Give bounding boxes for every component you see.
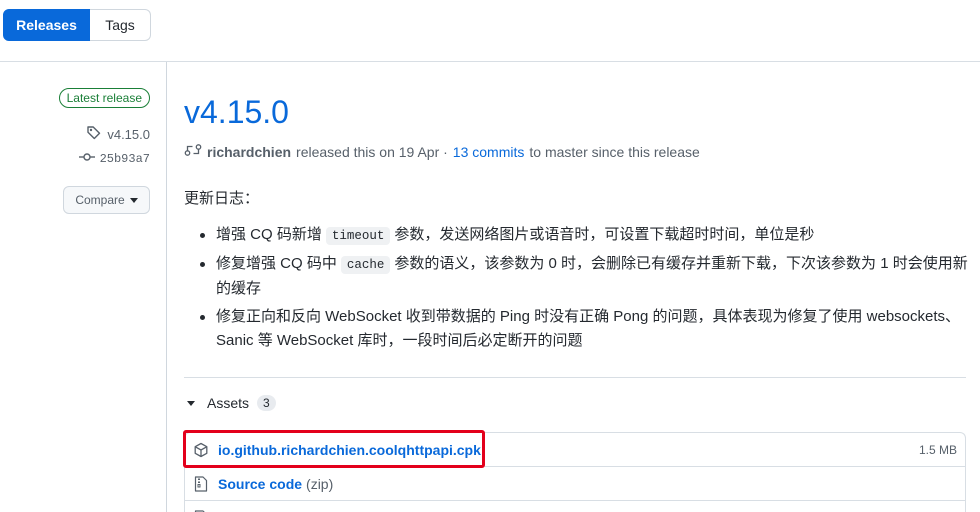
commit-sha: 25b93a7 (99, 152, 150, 166)
tag-icon (86, 125, 102, 144)
triangle-down-icon (187, 400, 195, 406)
assets-label: Assets (207, 395, 250, 411)
release-since-text: to master since this release (529, 143, 700, 160)
tag-label: v4.15.0 (107, 127, 150, 142)
commit-icon (78, 151, 95, 167)
note-text: 参数，发送网络图片或语音时，可设置下载超时时间，单位是秒 (394, 226, 815, 243)
assets-toggle[interactable]: Assets 3 (187, 395, 276, 411)
changelog-list: 增强 CQ 码新增 timeout 参数，发送网络图片或语音时，可设置下载超时时间，… (197, 223, 977, 357)
asset-size: 1.5 MB (918, 442, 957, 457)
release-tabs: Releases Tags (3, 9, 151, 41)
asset-list: io.github.richardchien.coolqhttpapi.cpk … (183, 430, 966, 512)
assets-count: 3 (257, 395, 276, 411)
note-text: 修复正向和反向 WebSocket 收到带数据的 Ping 时没有正确 Pong… (216, 308, 961, 349)
list-item: 增强 CQ 码新增 timeout 参数，发送网络图片或语音时，可设置下载超时时间，… (197, 223, 977, 248)
list-item: 修复正向和反向 WebSocket 收到带数据的 Ping 时没有正确 Pong… (197, 305, 977, 353)
list-item: 修复增强 CQ 码中 cache 参数的语义，该参数为 0 时，会删除已有缓存并重新… (197, 252, 977, 301)
compare-label: Compare (75, 193, 125, 207)
source-code-format: (zip) (306, 475, 334, 492)
git-compare-icon (184, 142, 202, 161)
changelog-heading: 更新日志： (184, 190, 260, 207)
inline-code: cache (340, 256, 391, 274)
latest-release-badge: Latest release (58, 88, 150, 108)
asset-row (185, 501, 965, 512)
tab-tags[interactable]: Tags (90, 9, 151, 41)
release-byline: richardchien released this on 19 Apr · 1… (184, 142, 700, 161)
file-zip-icon (193, 475, 209, 492)
chevron-down-icon (129, 197, 138, 203)
package-icon (193, 442, 209, 458)
release-date-text: released this on 19 Apr · (296, 143, 448, 160)
release-title[interactable]: v4.15.0 (184, 92, 289, 132)
commits-link[interactable]: 13 commits (453, 144, 525, 160)
release-tag-link[interactable]: v4.15.0 (86, 125, 150, 144)
divider (184, 377, 966, 378)
inline-code: timeout (325, 227, 391, 245)
note-text: 增强 CQ 码新增 (216, 226, 322, 243)
release-meta-sidebar: Latest release v4.15.0 25b93a7 Compare (0, 62, 166, 512)
release-commit-link[interactable]: 25b93a7 (78, 151, 150, 167)
asset-row: Source code (zip) (185, 467, 965, 501)
release-author[interactable]: richardchien (207, 144, 291, 160)
asset-row: io.github.richardchien.coolqhttpapi.cpk … (183, 430, 965, 468)
asset-download-link[interactable]: io.github.richardchien.coolqhttpapi.cpk (218, 442, 481, 458)
column-divider (166, 62, 167, 512)
source-code-zip-link[interactable]: Source code (zip) (218, 476, 333, 492)
source-code-label: Source code (218, 475, 303, 492)
note-text: 修复增强 CQ 码中 (216, 255, 337, 272)
release-body: v4.15.0 richardchien released this on 19… (183, 62, 980, 512)
compare-button[interactable]: Compare (63, 186, 150, 214)
tab-releases[interactable]: Releases (3, 9, 90, 41)
